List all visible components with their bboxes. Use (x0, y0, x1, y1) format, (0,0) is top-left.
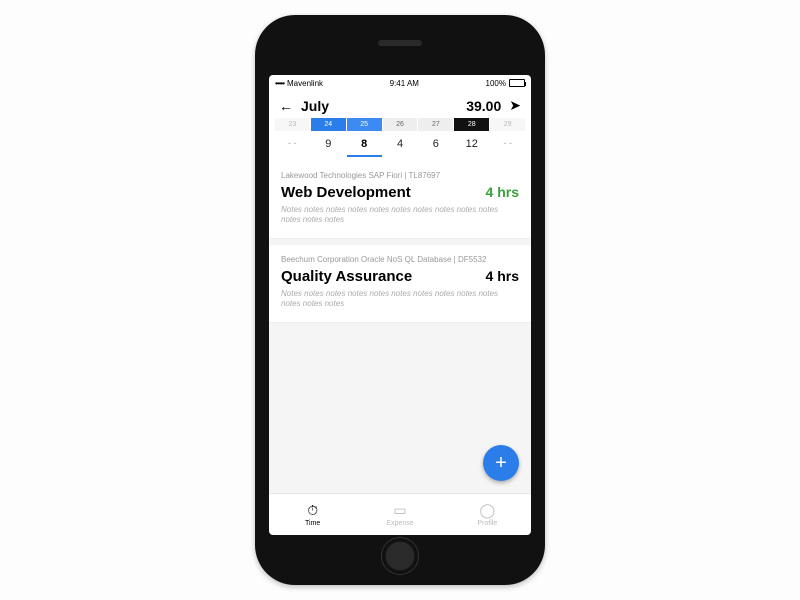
battery-percent: 100% (486, 79, 506, 88)
battery-icon (509, 79, 525, 87)
tab-time[interactable]: ⏱ Time (269, 494, 356, 535)
clock-icon: ⏱ (307, 502, 318, 519)
notes-label: Notes notes notes notes notes notes note… (281, 205, 519, 226)
tab-expense[interactable]: ▭ Expense (356, 494, 443, 535)
receipt-icon: ▭ (393, 502, 406, 519)
project-label: Beechum Corporation Oracle NoS QL Databa… (281, 255, 519, 264)
month-label[interactable]: July (301, 98, 329, 114)
task-label: Web Development (281, 184, 411, 201)
submit-arrow-icon[interactable]: ➤ (509, 97, 521, 114)
week-hours-row: - - 9 8 4 6 12 - - (269, 131, 531, 161)
hours-cell[interactable]: 9 (311, 133, 346, 157)
time-entry-card[interactable]: Beechum Corporation Oracle NoS QL Databa… (269, 245, 531, 323)
time-entry-card[interactable]: Lakewood Technologies SAP Fiori | TL8769… (269, 161, 531, 239)
hours-label: 4 hrs (486, 268, 519, 284)
add-entry-fab[interactable]: + (483, 445, 519, 481)
project-label: Lakewood Technologies SAP Fiori | TL8769… (281, 171, 519, 180)
carrier-label: Mavenlink (287, 79, 323, 88)
tab-label: Expense (386, 520, 413, 527)
profile-icon: ◯ (479, 502, 495, 519)
hours-cell[interactable]: 6 (418, 133, 453, 157)
header: ← July 39.00 ➤ (269, 91, 531, 118)
tab-label: Profile (477, 520, 497, 527)
hours-cell[interactable]: - - (275, 133, 310, 157)
weekday-cell[interactable]: 27 (418, 118, 453, 131)
hours-cell[interactable]: - - (490, 133, 525, 157)
plus-icon: + (495, 452, 507, 475)
notes-label: Notes notes notes notes notes notes note… (281, 289, 519, 310)
weekday-cell[interactable]: 24 (311, 118, 346, 131)
weekday-cell[interactable]: 25 (347, 118, 382, 131)
clock: 9:41 AM (390, 79, 419, 88)
hours-cell[interactable]: 4 (383, 133, 418, 157)
task-label: Quality Assurance (281, 268, 412, 285)
hours-label: 4 hrs (486, 184, 519, 200)
weekday-cell[interactable]: 23 (275, 118, 310, 131)
signal-icon: ••••• (275, 79, 284, 88)
back-arrow-icon[interactable]: ← (279, 98, 293, 114)
hours-cell[interactable]: 8 (347, 133, 382, 157)
phone-frame: ••••• Mavenlink 9:41 AM 100% ← July 39.0… (255, 15, 545, 585)
entries-list: Lakewood Technologies SAP Fiori | TL8769… (269, 161, 531, 493)
weekday-cell[interactable]: 29 (490, 118, 525, 131)
weekday-cell[interactable]: 26 (383, 118, 418, 131)
weekday-cell[interactable]: 28 (454, 118, 489, 131)
tab-label: Time (305, 520, 320, 527)
tab-bar: ⏱ Time ▭ Expense ◯ Profile (269, 493, 531, 535)
status-bar: ••••• Mavenlink 9:41 AM 100% (269, 75, 531, 91)
week-day-strip: 23 24 25 26 27 28 29 (269, 118, 531, 131)
hours-cell[interactable]: 12 (454, 133, 489, 157)
tab-profile[interactable]: ◯ Profile (444, 494, 531, 535)
week-total: 39.00 (466, 98, 501, 114)
